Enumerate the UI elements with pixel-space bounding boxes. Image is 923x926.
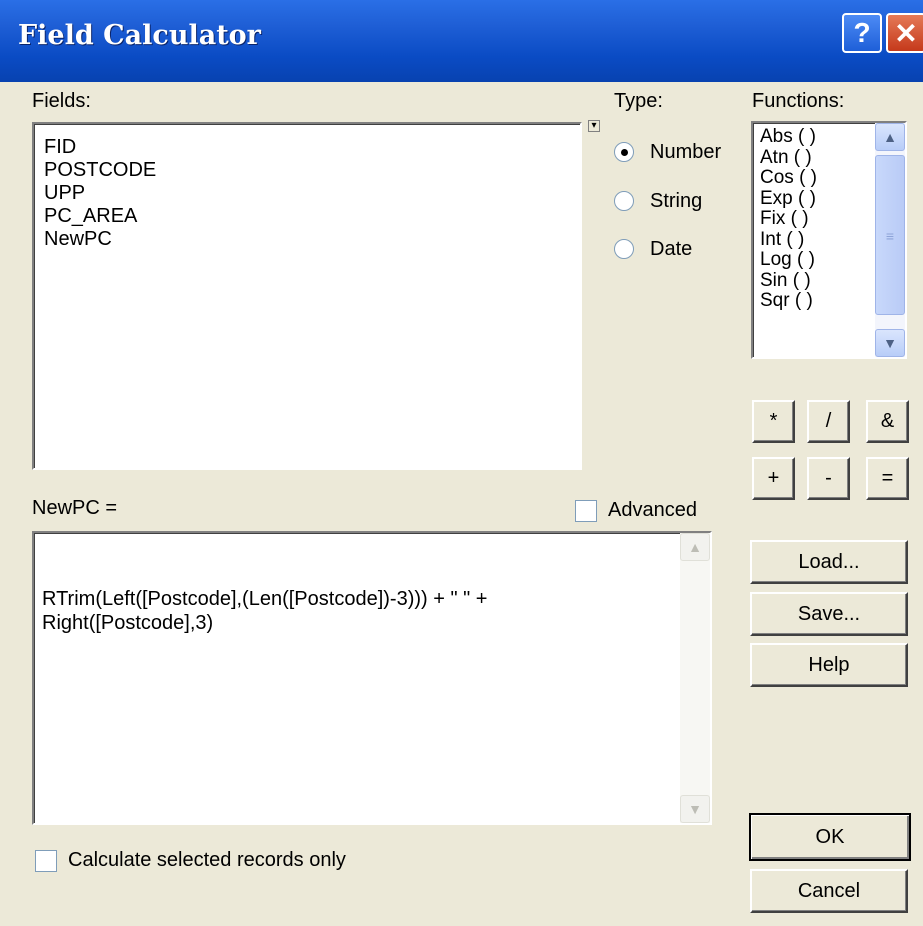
advanced-label[interactable]: Advanced [608, 499, 697, 522]
divide-button[interactable]: / [807, 400, 850, 443]
scroll-down-icon[interactable]: ▼ [680, 795, 710, 823]
ok-button[interactable]: OK [749, 813, 911, 861]
functions-label: Functions: [752, 90, 845, 112]
advanced-checkbox[interactable] [575, 500, 597, 522]
concatenate-button[interactable]: & [866, 400, 909, 443]
type-string-label[interactable]: String [650, 190, 702, 213]
expression-scrollbar[interactable]: ▲ ▼ [680, 533, 710, 823]
scroll-up-icon[interactable]: ▲ [680, 533, 710, 561]
functions-list[interactable]: Abs ( ) Atn ( ) Cos ( ) Exp ( ) Fix ( ) … [751, 121, 907, 359]
equals-button[interactable]: = [866, 457, 909, 500]
help-title-button[interactable]: ? [842, 13, 882, 53]
help-button[interactable]: Help [750, 643, 908, 687]
selected-only-label[interactable]: Calculate selected records only [68, 849, 346, 872]
window-title: Field Calculator [18, 20, 261, 51]
field-item[interactable]: UPP [44, 182, 570, 205]
title-bar: Field Calculator ? ✕ [0, 0, 923, 82]
field-item[interactable]: NewPC [44, 228, 570, 251]
load-button[interactable]: Load... [750, 540, 908, 584]
expression-label: NewPC = [32, 497, 118, 519]
field-item[interactable]: PC_AREA [44, 205, 570, 228]
fields-list[interactable]: FID POSTCODE UPP PC_AREA NewPC [32, 122, 582, 470]
field-calculator-dialog: Field Calculator ? ✕ Fields: FID POSTCOD… [0, 0, 923, 926]
expression-textbox[interactable]: RTrim(Left([Postcode],(Len([Postcode])-3… [32, 531, 712, 825]
scroll-down-icon[interactable]: ▼ [875, 329, 905, 357]
fields-expand-icon[interactable]: ▾ [588, 120, 600, 132]
functions-scrollbar[interactable]: ▲ ≡ ▼ [875, 123, 905, 357]
save-button[interactable]: Save... [750, 592, 908, 636]
type-label: Type: [614, 90, 663, 112]
cancel-button[interactable]: Cancel [750, 869, 908, 913]
field-item[interactable]: POSTCODE [44, 159, 570, 182]
expression-text[interactable]: RTrim(Left([Postcode],(Len([Postcode])-3… [42, 587, 670, 635]
plus-button[interactable]: + [752, 457, 795, 500]
scroll-up-icon[interactable]: ▲ [875, 123, 905, 151]
type-number-label[interactable]: Number [650, 141, 721, 164]
fields-label: Fields: [32, 90, 91, 112]
close-button[interactable]: ✕ [886, 13, 923, 53]
selected-only-checkbox[interactable] [35, 850, 57, 872]
type-date-radio[interactable] [614, 239, 634, 259]
scroll-thumb[interactable]: ≡ [875, 155, 905, 315]
minus-button[interactable]: - [807, 457, 850, 500]
field-item[interactable]: FID [44, 136, 570, 159]
type-number-radio[interactable] [614, 142, 634, 162]
type-string-radio[interactable] [614, 191, 634, 211]
multiply-button[interactable]: * [752, 400, 795, 443]
type-date-label[interactable]: Date [650, 238, 692, 261]
